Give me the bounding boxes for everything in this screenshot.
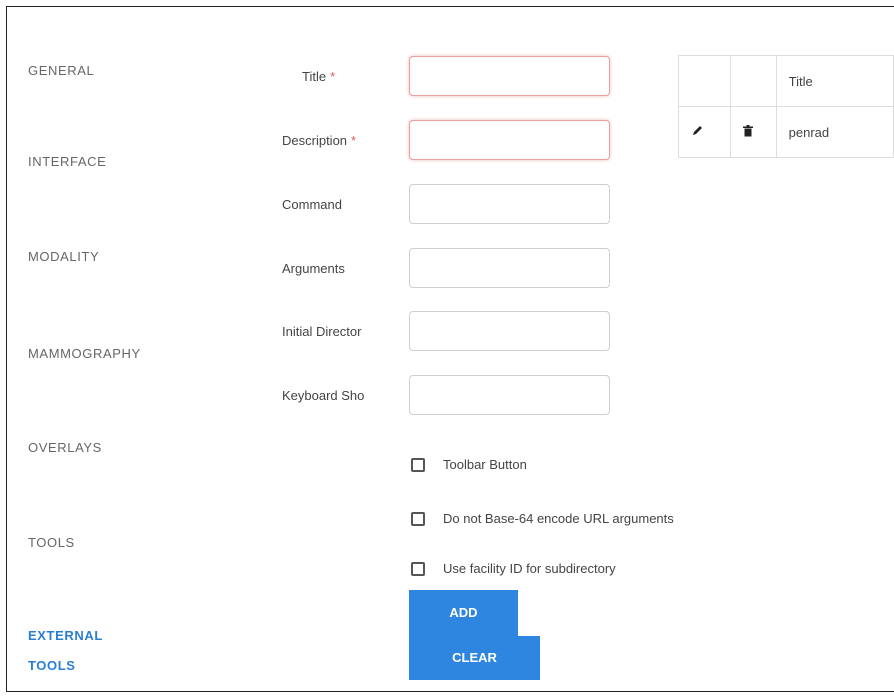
title-input[interactable]	[409, 56, 610, 96]
clear-button[interactable]: CLEAR	[409, 636, 540, 680]
trash-icon[interactable]	[743, 124, 757, 139]
facility-id-checkbox[interactable]	[411, 561, 425, 576]
sidebar-item-modality[interactable]: MODALITY	[28, 249, 99, 264]
required-marker: *	[330, 69, 336, 84]
pencil-icon[interactable]	[691, 125, 705, 139]
facility-id-label: Use facility ID for subdirectory	[443, 561, 616, 576]
sidebar-item-external-tools[interactable]: EXTERNAL TOOLS	[28, 621, 148, 681]
description-label-text: Description	[282, 133, 348, 148]
no-base64-checkbox-row[interactable]: Do not Base-64 encode URL arguments	[411, 511, 674, 526]
initial-directory-input[interactable]	[409, 311, 610, 351]
description-label: Description *	[282, 133, 356, 148]
required-marker: *	[351, 133, 357, 148]
arguments-label: Arguments	[282, 261, 345, 276]
title-column-header: Title	[775, 55, 894, 107]
toolbar-button-checkbox-row[interactable]: Toolbar Button	[411, 457, 527, 472]
sidebar-item-interface[interactable]: INTERFACE	[28, 154, 106, 169]
edit-cell	[677, 106, 732, 158]
title-cell: penrad	[775, 106, 894, 158]
title-label: Title *	[302, 69, 335, 84]
table-header-row: Title	[677, 55, 894, 107]
initial-directory-label: Initial Director	[282, 324, 362, 339]
command-label: Command	[282, 197, 342, 212]
delete-cell	[730, 106, 777, 158]
sidebar-item-general[interactable]: GENERAL	[28, 63, 94, 78]
no-base64-checkbox[interactable]	[411, 511, 425, 526]
sidebar-item-mammography[interactable]: MAMMOGRAPHY	[28, 346, 141, 361]
delete-column-header	[730, 55, 777, 107]
table-row: penrad	[677, 106, 894, 158]
keyboard-shortcut-label: Keyboard Sho	[282, 388, 365, 403]
description-input[interactable]	[409, 120, 610, 160]
toolbar-button-checkbox[interactable]	[411, 457, 425, 472]
facility-id-checkbox-row[interactable]: Use facility ID for subdirectory	[411, 561, 616, 576]
external-tools-table: Title penrad	[677, 55, 894, 158]
no-base64-label: Do not Base-64 encode URL arguments	[443, 511, 674, 526]
keyboard-shortcut-input[interactable]	[409, 375, 610, 415]
command-input[interactable]	[409, 184, 610, 224]
title-label-text: Title	[302, 69, 327, 84]
sidebar-item-tools[interactable]: TOOLS	[28, 535, 75, 550]
edit-column-header	[677, 55, 732, 107]
sidebar-item-overlays[interactable]: OVERLAYS	[28, 440, 102, 455]
add-button[interactable]: ADD	[409, 590, 518, 636]
arguments-input[interactable]	[409, 248, 610, 288]
toolbar-button-label: Toolbar Button	[443, 457, 527, 472]
